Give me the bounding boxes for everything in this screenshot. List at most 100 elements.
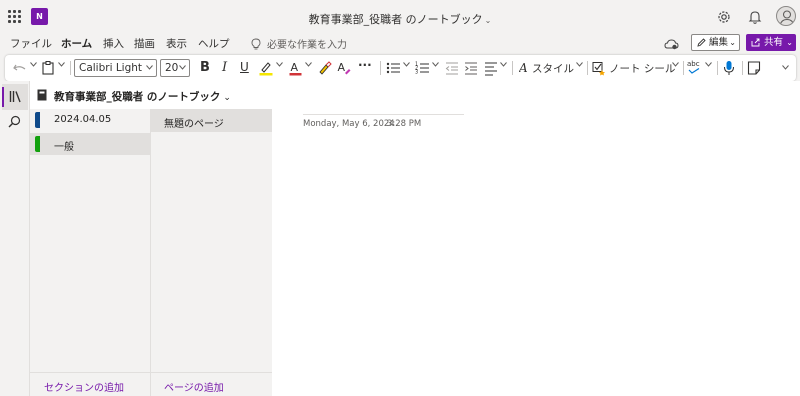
font-color-icon[interactable]: A bbox=[289, 60, 302, 76]
page-label[interactable]: 無題のページ bbox=[164, 115, 224, 130]
tab-file[interactable]: ファイル bbox=[10, 36, 52, 51]
bullets-icon[interactable] bbox=[386, 60, 401, 76]
chevron-down-icon[interactable] bbox=[179, 65, 186, 70]
chevron-down-icon[interactable] bbox=[403, 62, 410, 67]
sticky-note-icon[interactable] bbox=[747, 60, 761, 76]
spelling-icon[interactable]: abc bbox=[687, 60, 701, 76]
section-item[interactable]: 一般 bbox=[30, 133, 151, 155]
document-title-text[interactable]: 教育事業部_役職者 のノートブック bbox=[309, 13, 483, 26]
tell-me-search[interactable]: 必要な作業を入力 bbox=[251, 36, 347, 51]
chevron-down-icon[interactable] bbox=[30, 62, 37, 67]
highlighter-icon[interactable] bbox=[259, 60, 273, 76]
edit-mode-label[interactable]: 編集 bbox=[709, 37, 728, 48]
toolbar-divider bbox=[683, 61, 684, 75]
edit-mode-button[interactable]: 編集 ⌄ bbox=[691, 34, 740, 51]
pencil-icon bbox=[697, 38, 706, 47]
section-label[interactable]: 一般 bbox=[54, 138, 74, 153]
chevron-down-icon[interactable] bbox=[58, 62, 65, 67]
page-time: 3:28 PM bbox=[387, 119, 422, 129]
more-options-icon[interactable]: ··· bbox=[358, 58, 372, 74]
add-page-button[interactable]: ページの追加 bbox=[164, 379, 224, 394]
chevron-down-icon[interactable]: ⌄ bbox=[485, 16, 492, 25]
tab-insert[interactable]: 挿入 bbox=[103, 36, 124, 51]
page-item[interactable]: 無題のページ bbox=[151, 109, 272, 132]
font-name-value[interactable]: Calibri Light bbox=[79, 62, 142, 74]
styles-button[interactable]: スタイル bbox=[532, 61, 574, 76]
format-painter-icon[interactable] bbox=[318, 60, 332, 76]
notebook-title-text[interactable]: 教育事業部_役職者 のノートブック bbox=[54, 91, 220, 103]
page-date: Monday, May 6, 2024 bbox=[303, 119, 395, 129]
toolbar-divider bbox=[380, 61, 381, 75]
toolbar-divider bbox=[512, 61, 513, 75]
font-size-value[interactable]: 20 bbox=[165, 62, 178, 74]
styles-icon[interactable]: A bbox=[519, 60, 531, 76]
font-size-select[interactable]: 20 bbox=[160, 59, 190, 77]
notebook-title[interactable]: 教育事業部_役職者 のノートブック ⌄ bbox=[54, 89, 231, 104]
document-title[interactable]: 教育事業部_役職者 のノートブック ⌄ bbox=[0, 11, 800, 27]
ribbon-tabs: ファイル ホーム 挿入 描画 表示 ヘルプ bbox=[0, 34, 800, 56]
svg-text:A: A bbox=[291, 61, 299, 74]
tab-draw[interactable]: 描画 bbox=[134, 36, 155, 51]
chevron-down-icon[interactable] bbox=[500, 62, 507, 67]
clipboard-icon[interactable] bbox=[42, 60, 54, 76]
notebook-icon bbox=[37, 89, 47, 101]
chevron-down-icon[interactable] bbox=[705, 62, 712, 67]
section-label[interactable]: 2024.04.05 bbox=[54, 114, 111, 125]
avatar[interactable] bbox=[776, 6, 796, 26]
page-canvas[interactable]: Monday, May 6, 2024 3:28 PM bbox=[272, 81, 800, 396]
library-icon bbox=[9, 91, 21, 103]
chevron-down-icon[interactable] bbox=[672, 62, 679, 67]
title-bar: N 教育事業部_役職者 のノートブック ⌄ bbox=[0, 0, 800, 34]
notebooks-library-button[interactable] bbox=[2, 84, 28, 110]
add-section-button[interactable]: セクションの追加 bbox=[44, 379, 124, 394]
notebook-header[interactable]: 教育事業部_役職者 のノートブック ⌄ bbox=[30, 81, 272, 109]
share-label[interactable]: 共有 bbox=[764, 37, 783, 48]
chevron-down-icon[interactable] bbox=[305, 62, 312, 67]
share-button[interactable]: 共有 ⌄ bbox=[746, 34, 796, 51]
tab-view[interactable]: 表示 bbox=[166, 36, 187, 51]
decrease-indent-icon[interactable] bbox=[445, 60, 459, 76]
chevron-down-icon[interactable] bbox=[276, 62, 283, 67]
cloud-sync-icon[interactable] bbox=[664, 38, 679, 50]
search-icon[interactable] bbox=[8, 115, 21, 128]
spelling-label[interactable]: abc bbox=[687, 60, 701, 68]
chevron-down-icon[interactable]: ⌄ bbox=[729, 35, 736, 50]
tab-home[interactable]: ホーム bbox=[61, 36, 93, 56]
section-color-tab bbox=[35, 112, 40, 128]
clear-formatting-icon[interactable]: A bbox=[337, 60, 351, 76]
underline-button[interactable]: U bbox=[240, 60, 249, 76]
formatting-toolbar: Calibri Light 20 B I U A A ··· 1 2 3 A ス… bbox=[5, 55, 796, 81]
tell-me-text[interactable]: 必要な作業を入力 bbox=[267, 40, 347, 51]
tags-button[interactable]: ノート シール bbox=[609, 61, 675, 76]
chevron-down-icon[interactable]: ⌄ bbox=[223, 93, 231, 103]
undo-icon[interactable] bbox=[13, 60, 27, 76]
chevron-down-icon[interactable] bbox=[576, 62, 583, 67]
page-title-underline[interactable] bbox=[303, 114, 464, 115]
pane-footer-divider bbox=[30, 372, 272, 373]
numbering-icon[interactable]: 123 bbox=[415, 60, 430, 76]
navigation-rail bbox=[0, 81, 30, 396]
chevron-down-icon[interactable] bbox=[432, 62, 439, 67]
chevron-down-icon[interactable] bbox=[146, 65, 153, 70]
font-name-select[interactable]: Calibri Light bbox=[74, 59, 157, 77]
toolbar-divider bbox=[587, 61, 588, 75]
tag-checkbox-icon[interactable] bbox=[592, 60, 606, 76]
home-ribbon: Calibri Light 20 B I U A A ··· 1 2 3 A ス… bbox=[0, 54, 800, 81]
increase-indent-icon[interactable] bbox=[464, 60, 478, 76]
bold-button[interactable]: B bbox=[200, 60, 210, 76]
section-item[interactable]: 2024.04.05 bbox=[30, 109, 151, 131]
toolbar-divider bbox=[717, 61, 718, 75]
expand-ribbon-chevron-icon[interactable] bbox=[782, 65, 789, 70]
toolbar-divider bbox=[70, 61, 71, 75]
italic-button[interactable]: I bbox=[222, 60, 227, 76]
toolbar-divider bbox=[742, 61, 743, 75]
tab-help[interactable]: ヘルプ bbox=[198, 36, 230, 51]
chevron-down-icon[interactable]: ⌄ bbox=[786, 34, 793, 51]
lightbulb-icon bbox=[251, 38, 261, 50]
bell-icon[interactable] bbox=[747, 9, 763, 25]
section-color-tab bbox=[35, 136, 40, 152]
gear-icon[interactable] bbox=[716, 9, 732, 25]
svg-text:A: A bbox=[338, 61, 346, 74]
align-icon[interactable] bbox=[484, 60, 498, 76]
microphone-icon[interactable] bbox=[723, 60, 735, 76]
